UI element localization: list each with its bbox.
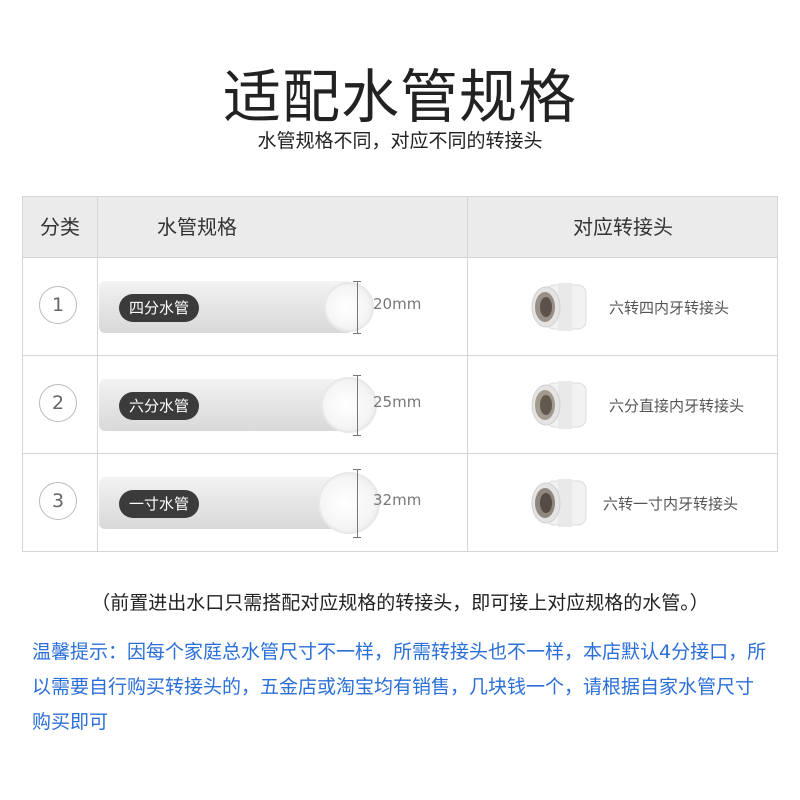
dimension-line: [357, 281, 358, 333]
column-header-category: 分类: [40, 215, 80, 239]
row-number-badge: 1: [39, 286, 77, 324]
adapter-name: 六转一寸内牙转接头: [603, 495, 739, 513]
adapter-fitting-icon: [531, 381, 587, 429]
table-header: 分类 水管规格 对应转接头: [23, 197, 777, 257]
adapter-name: 六转四内牙转接头: [609, 299, 730, 317]
column-header-pipe-spec: 水管规格: [157, 215, 237, 239]
footnote: （前置进出水口只需搭配对应规格的转接头，即可接上对应规格的水管。）: [91, 592, 709, 614]
pipe-label: 一寸水管: [119, 490, 200, 518]
dimension-line: [357, 469, 358, 537]
pipe-end: [321, 377, 377, 433]
pipe-diameter: 25mm: [373, 393, 422, 411]
pipe-image: 六分水管: [99, 377, 377, 433]
adapter-fitting-icon: [531, 479, 587, 527]
page-title: 适配水管规格: [222, 63, 577, 131]
pipe-image: 四分水管: [99, 281, 374, 333]
table-row: 3 一寸水管 32mm 六转一寸内牙转接头: [23, 453, 777, 551]
adapter-name: 六分直接内牙转接头: [609, 397, 745, 415]
page-subtitle: 水管规格不同，对应不同的转接头: [257, 130, 543, 152]
warm-tip: 温馨提示：因每个家庭总水管尺寸不一样，所需转接头也不一样，本店默认4分接口，所以…: [32, 641, 767, 733]
column-header-adapter: 对应转接头: [573, 215, 673, 239]
pipe-diameter: 20mm: [373, 295, 422, 313]
dimension-line: [357, 375, 358, 435]
pipe-image: 一寸水管: [99, 472, 380, 534]
row-number-badge: 3: [39, 482, 77, 520]
pipe-label: 四分水管: [119, 294, 200, 322]
adapter-fitting-icon: [531, 283, 587, 331]
pipe-label: 六分水管: [119, 392, 200, 420]
table-row: 1 四分水管 20mm 六转四内牙转接头: [23, 257, 777, 355]
pipe-diameter: 32mm: [373, 491, 422, 509]
row-number-badge: 2: [39, 384, 77, 422]
table-row: 2 六分水管 25mm 六分直接内牙转接头: [23, 355, 777, 453]
pipe-end: [318, 472, 380, 534]
pipe-end: [324, 282, 374, 332]
spec-table: 分类 水管规格 对应转接头 1 四分水管 20mm 六转四内牙转接头 2 六分水: [22, 196, 778, 552]
